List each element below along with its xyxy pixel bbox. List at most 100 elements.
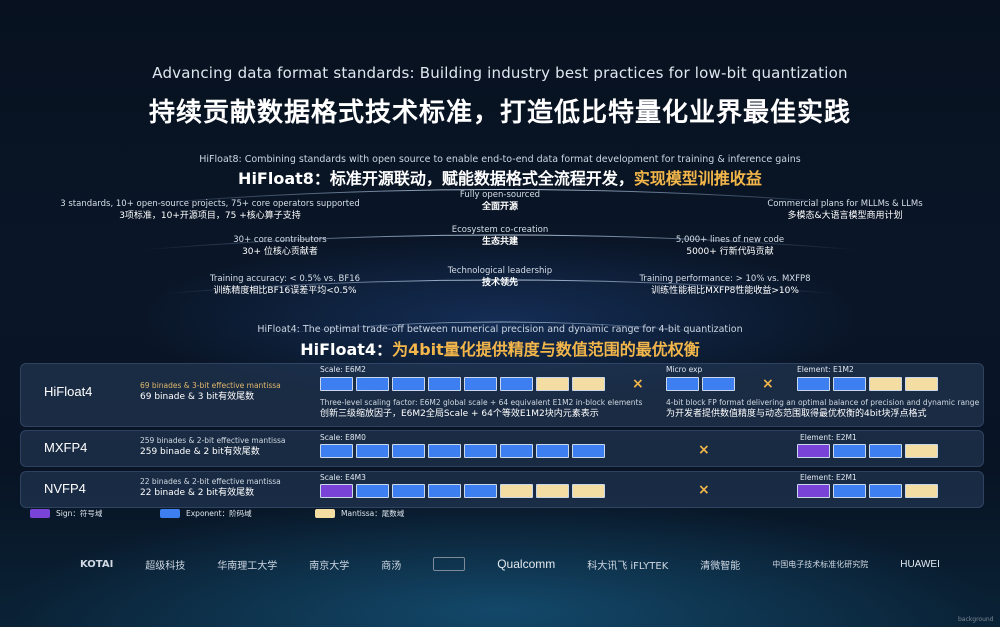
hf8-left-1-en: 3 standards, 10+ open-source projects, 7… — [60, 199, 360, 209]
exponent-bit — [356, 444, 389, 458]
legend-swatch-exponent — [160, 509, 180, 518]
exponent-bit — [536, 444, 569, 458]
scale-label-hifloat4: Scale: E6M2 — [320, 365, 366, 374]
watermark: background — [958, 616, 994, 623]
hf8-right-3-cn: 训练性能相比MXFP8性能收益>10% — [651, 286, 799, 296]
exponent-bit — [702, 377, 735, 391]
hf8-right-3: Training performance: > 10% vs. MXFP8 训练… — [610, 274, 840, 297]
multiply-icon: × — [698, 442, 710, 458]
hf8-right-1-en: Commercial plans for MLLMs & LLMs — [767, 199, 923, 209]
hf8-right-3-en: Training performance: > 10% vs. MXFP8 — [639, 274, 811, 284]
scale-cells-nvfp4 — [320, 484, 605, 498]
hf8-left-1: 3 standards, 10+ open-source projects, 7… — [60, 199, 360, 222]
element-label-mxfp4: Element: E2M1 — [800, 433, 857, 442]
logo-qualcomm: Qualcomm — [497, 557, 556, 571]
exponent-bit — [666, 377, 699, 391]
exponent-bit — [464, 484, 497, 498]
format-cn-hifloat4: 69 binade & 3 bit有效尾数 — [140, 392, 255, 402]
hf8-center-1-en: Fully open-sourced — [459, 190, 541, 200]
element-desc-cn-hifloat4: 为开发者提供数值精度与动态范围取得最优权衡的4bit块浮点格式 — [666, 409, 927, 419]
hf8-right-1-cn: 多模态&大语言模型商用计划 — [787, 211, 903, 221]
multiply-icon: × — [762, 376, 774, 392]
format-name-nvfp4: NVFP4 — [44, 481, 86, 496]
hifloat4-subtitle: HiFloat4: The optimal trade-off between … — [257, 324, 743, 335]
scale-cells-mxfp4 — [320, 444, 605, 458]
hf8-center-3-en: Technological leadership — [447, 266, 553, 276]
exponent-bit — [464, 377, 497, 391]
hifloat4-title: HiFloat4：为4bit量化提供精度与数值范围的最优权衡 — [0, 336, 1000, 360]
format-desc-hifloat4: 69 binades & 3-bit effective mantissa 69… — [140, 381, 281, 403]
exponent-bit — [500, 377, 533, 391]
exponent-bit — [320, 377, 353, 391]
exponent-bit — [320, 444, 353, 458]
mantissa-bit — [905, 377, 938, 391]
logo-sensetime: 商汤 — [381, 560, 402, 572]
sign-bit — [797, 484, 830, 498]
partner-logos: KOTAI 超级科技 华南理工大学 南京大学 商汤 Qualcomm 科大讯飞 … — [80, 552, 940, 576]
mantissa-bit — [536, 484, 569, 498]
multiply-icon: × — [698, 482, 710, 498]
hf8-center-2: Ecosystem co-creation 生态共建 — [400, 225, 600, 248]
element-label-hifloat4: Element: E1M2 — [797, 365, 854, 374]
logo-cesi: 中国电子技术标准化研究院 — [772, 559, 869, 569]
exponent-bit — [392, 444, 425, 458]
element-cells-nvfp4 — [797, 484, 938, 498]
scale-cells-hifloat4 — [320, 377, 605, 391]
exponent-bit — [500, 444, 533, 458]
sign-bit — [797, 444, 830, 458]
element-cells-hifloat4 — [797, 377, 938, 391]
hf8-left-1-cn: 3项标准，10+开源项目，75 +核心算子支持 — [119, 211, 301, 221]
mantissa-bit — [536, 377, 569, 391]
hf8-left-2-en: 30+ core contributors — [233, 235, 327, 245]
hf8-right-2-cn: 5000+ 行新代码贡献 — [686, 247, 774, 257]
legend-sign: Sign：符号域 — [30, 508, 102, 519]
hf8-center-1-cn: 全面开源 — [481, 202, 518, 212]
hf8-center-1: Fully open-sourced 全面开源 — [400, 190, 600, 213]
mantissa-bit — [572, 484, 605, 498]
exponent-bit — [428, 377, 461, 391]
exponent-bit — [833, 484, 866, 498]
hf8-right-2-en: 5,000+ lines of new code — [675, 235, 785, 245]
hf8-left-3-cn: 训练精度相比BF16误差平均<0.5% — [213, 286, 357, 296]
logo-2: 超级科技 — [145, 560, 186, 572]
mantissa-bit — [572, 377, 605, 391]
scale-label-mxfp4: Scale: E8M0 — [320, 433, 366, 442]
hf8-left-3-en: Training accuracy: < 0.5% vs. BF16 — [209, 274, 361, 284]
exponent-bit — [869, 444, 902, 458]
subtitle-en: Advancing data format standards: Buildin… — [152, 64, 848, 82]
legend-swatch-sign — [30, 509, 50, 518]
element-cells-mxfp4 — [797, 444, 938, 458]
exponent-bit — [392, 484, 425, 498]
page-title: 持续贡献数据格式技术标准，打造低比特量化业界最佳实践 — [148, 98, 851, 128]
legend-swatch-mantissa — [315, 509, 335, 518]
hf8-right-2: 5,000+ lines of new code 5000+ 行新代码贡献 — [630, 235, 830, 258]
logo-huawei: HUAWEI — [900, 558, 940, 570]
format-cn-mxfp4: 259 binade & 2 bit有效尾数 — [140, 447, 260, 457]
exponent-bit — [428, 444, 461, 458]
hifloat4-title-a: HiFloat4： — [300, 340, 393, 359]
micro-label-hifloat4: Micro exp — [666, 365, 703, 374]
hf8-left-2-cn: 30+ 位核心贡献者 — [242, 247, 318, 257]
mantissa-bit — [500, 484, 533, 498]
legend-exponent: Exponent：阶码域 — [160, 508, 252, 519]
mantissa-bit — [905, 444, 938, 458]
exponent-bit — [833, 444, 866, 458]
format-name-mxfp4: MXFP4 — [44, 440, 88, 455]
exponent-bit — [356, 377, 389, 391]
format-en-mxfp4: 259 binades & 2-bit effective mantissa — [140, 436, 286, 445]
format-name-hifloat4: HiFloat4 — [44, 384, 93, 399]
logo-iflytek: 科大讯飞 iFLYTEK — [587, 560, 669, 572]
logo-scut: 华南理工大学 — [217, 560, 278, 572]
format-desc-mxfp4: 259 binades & 2-bit effective mantissa 2… — [140, 436, 286, 458]
hf8-center-3-cn: 技术领先 — [481, 278, 518, 288]
mantissa-bit — [905, 484, 938, 498]
format-en-hifloat4: 69 binades & 3-bit effective mantissa — [140, 381, 281, 390]
hf8-right-1: Commercial plans for MLLMs & LLMs 多模态&大语… — [740, 199, 950, 222]
scale-desc-en-hifloat4: Three-level scaling factor: E6M2 global … — [320, 398, 643, 407]
hf8-center-2-en: Ecosystem co-creation — [451, 225, 549, 235]
format-desc-nvfp4: 22 binades & 2-bit effective mantissa 22… — [140, 477, 281, 499]
exponent-bit — [572, 444, 605, 458]
hifloat8-subtitle: HiFloat8: Combining standards with open … — [199, 154, 801, 165]
logo-tsingmicro: 清微智能 — [700, 560, 741, 572]
exponent-bit — [797, 377, 830, 391]
